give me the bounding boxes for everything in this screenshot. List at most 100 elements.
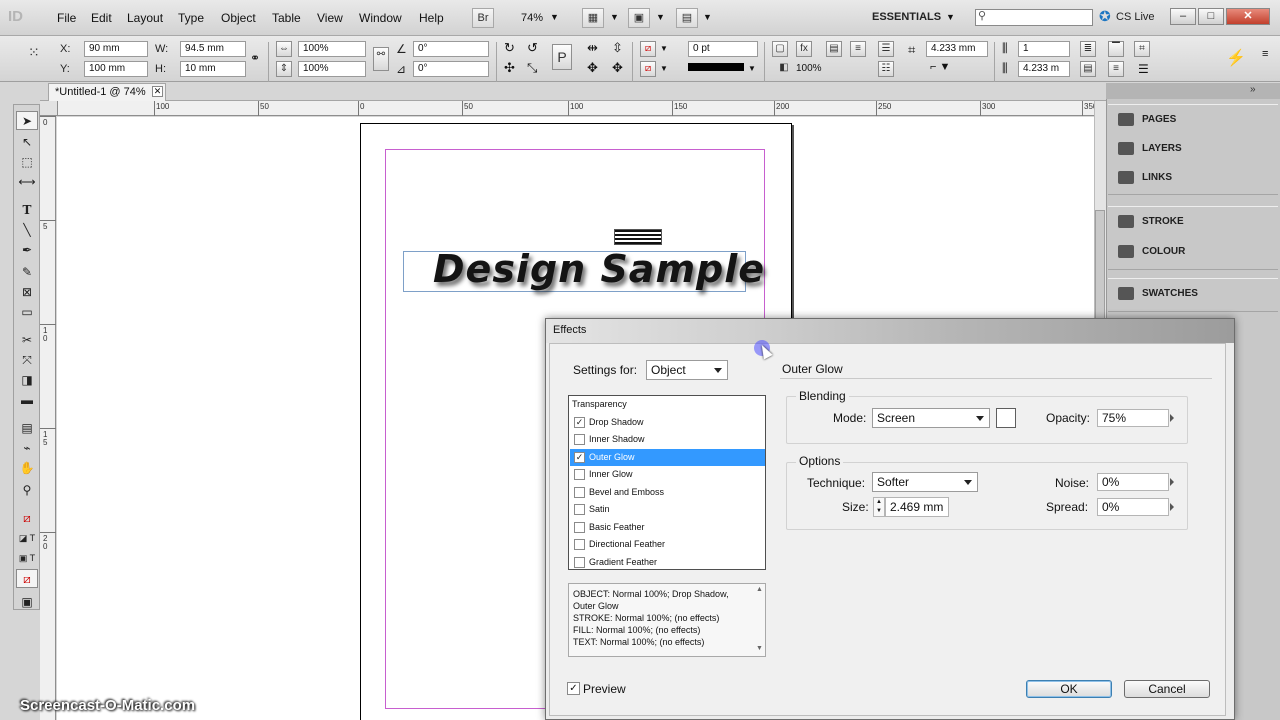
effect-item-directional-feather[interactable]: Directional Feather [570,536,765,554]
stroke-weight-field[interactable]: 0 pt [688,41,758,57]
effect-checkbox[interactable] [574,469,585,480]
effect-item-satin[interactable]: Satin [570,501,765,519]
stroke-dropdown-icon[interactable]: ▼ [660,64,668,73]
fill-swatch-icon[interactable]: ⧄ [640,41,656,57]
height-field[interactable]: 10 mm [180,61,246,77]
offset-b-field[interactable]: 4.233 m [1018,61,1070,77]
effect-item-drop-shadow[interactable]: ✓ Drop Shadow [570,414,765,432]
hand-tool-icon[interactable]: ✋ [16,459,38,478]
ruler-corner[interactable] [40,101,58,116]
bridge-button[interactable]: Br [472,8,494,28]
constrain-proportions-icon[interactable]: ⚭ [250,51,260,65]
arrange-chevron-icon[interactable]: ▼ [703,12,712,22]
note-tool-icon[interactable]: ▤ [16,419,38,438]
dialog-titlebar[interactable] [546,319,1234,343]
cancel-button[interactable]: Cancel [1124,680,1210,698]
panel-item-stroke[interactable]: STROKE [1110,209,1276,235]
minimize-button[interactable]: – [1170,8,1196,25]
effect-item-gradient-feather[interactable]: Gradient Feather [570,554,765,572]
width-field[interactable]: 94.5 mm [180,41,246,57]
settings-for-select[interactable]: Object [646,360,728,380]
quick-apply-icon[interactable]: ⚡ [1226,48,1246,68]
gradient-feather-tool-icon[interactable]: ▬ [16,391,38,410]
document-tab[interactable]: *Untitled-1 @ 74% [48,83,166,101]
stroke-type-dropdown-icon[interactable]: ▼ [748,64,756,73]
stroke-type-preview[interactable] [688,63,744,71]
cslive-button[interactable]: CS Live [1116,11,1155,23]
collapse-panels-icon[interactable]: » [1250,84,1256,95]
blend-mode-select[interactable]: Screen [872,408,990,428]
rotate-ccw-icon[interactable]: ↺ [527,40,538,56]
effect-item-inner-glow[interactable]: Inner Glow [570,466,765,484]
auto-fit-icon[interactable]: ▤ [826,41,842,57]
effect-item-basic-feather[interactable]: Basic Feather [570,519,765,537]
zoom-dropdown-icon[interactable]: ▼ [550,12,559,22]
pencil-tool-icon[interactable]: ✎ [16,263,38,282]
panel-item-colour[interactable]: COLOUR [1110,239,1276,265]
gap-tool-icon[interactable]: ⟷ [16,173,38,192]
menu-item-file[interactable]: File [57,11,76,25]
panel-item-links[interactable]: LINKS [1110,165,1276,191]
selection-tool-icon[interactable]: ➤ [16,111,38,130]
headline-text[interactable]: Design Sample [433,247,765,291]
rectangle-tool-icon[interactable]: ▭ [16,303,38,322]
maximize-button[interactable]: □ [1198,8,1224,25]
effect-checkbox[interactable] [574,434,585,445]
view-options-chevron-icon[interactable]: ▼ [610,12,619,22]
effect-checkbox[interactable]: ✓ [574,416,585,428]
screen-mode-icon[interactable]: ▣ [628,8,650,28]
effect-checkbox[interactable] [574,556,585,568]
search-input[interactable] [975,9,1093,26]
stroke-swatch-icon[interactable]: ⧄ [640,61,656,77]
rotation-angle-field[interactable]: 0° [413,41,489,57]
line-tool-icon[interactable]: ╲ [16,221,38,240]
close-button[interactable]: ✕ [1226,8,1270,25]
reference-point-icon[interactable]: ⁙ [28,44,40,61]
flip-horizontal-icon[interactable]: ⇹ [587,40,598,56]
type-tool-icon[interactable]: T [16,201,38,220]
effect-checkbox[interactable]: ✓ [574,451,585,463]
columns-field[interactable]: 1 [1018,41,1070,57]
vertical-justify-icon[interactable]: ≡ [1108,61,1124,77]
ok-button[interactable]: OK [1026,680,1112,698]
constrain-scale-icon[interactable]: ⚯ [373,47,389,71]
noise-field[interactable]: 0% [1097,473,1169,491]
menu-item-type[interactable]: Type [178,11,204,25]
effects-list[interactable]: Transparency ✓ Drop Shadow Inner Shadow ✓ Out… [568,395,766,570]
transform-icon[interactable]: ✣ [504,60,515,76]
text-frame-indicator-icon[interactable] [614,229,662,245]
arrange-documents-icon[interactable]: ▤ [676,8,698,28]
panel-item-pages[interactable]: PAGES [1110,107,1276,133]
menu-item-object[interactable]: Object [221,11,256,25]
offset-a-field[interactable]: 4.233 mm [926,41,988,57]
select-container-icon[interactable]: P [552,44,572,70]
size-field[interactable]: 2.469 mm [885,497,949,517]
gradient-swatch-tool-icon[interactable]: ◨ [16,371,38,390]
effect-checkbox[interactable] [574,539,585,550]
preview-checkbox[interactable]: ✓ [567,682,580,695]
flip-vertical-icon[interactable]: ⇳ [612,40,623,56]
zoom-tool-icon[interactable]: ⚲ [16,481,38,500]
menu-item-view[interactable]: View [317,11,343,25]
effect-item-inner-shadow[interactable]: Inner Shadow [570,431,765,449]
align-center-icon[interactable]: ☰ [878,41,894,57]
effect-checkbox[interactable] [574,486,585,498]
menu-item-table[interactable]: Table [272,11,301,25]
menu-item-window[interactable]: Window [359,11,402,25]
scissors-tool-icon[interactable]: ✂ [16,331,38,350]
menu-item-help[interactable]: Help [419,11,444,25]
rotate-cw-icon[interactable]: ↻ [504,40,515,56]
direct-selection-tool-icon[interactable]: ↖ [16,133,38,152]
workspace-switcher[interactable]: ESSENTIALS [872,11,941,23]
summary-scroll-down-icon[interactable]: ▼ [756,645,763,652]
y-position-field[interactable]: 100 mm [84,61,148,77]
effect-item-bevel-and-emboss[interactable]: Bevel and Emboss [570,484,765,502]
effect-checkbox[interactable] [574,504,585,515]
text-frame-options-icon[interactable]: ⌗ [1134,41,1150,57]
close-tab-icon[interactable]: ✕ [152,86,163,97]
fill-dropdown-icon[interactable]: ▼ [660,44,668,53]
vertical-ruler[interactable]: 0 5 1 0 1 5 2 0 [40,116,56,720]
effects-icon[interactable]: fx [796,41,812,57]
pen-tool-icon[interactable]: ✒ [16,241,38,260]
text-wrap-icon[interactable]: ▤ [1080,61,1096,77]
